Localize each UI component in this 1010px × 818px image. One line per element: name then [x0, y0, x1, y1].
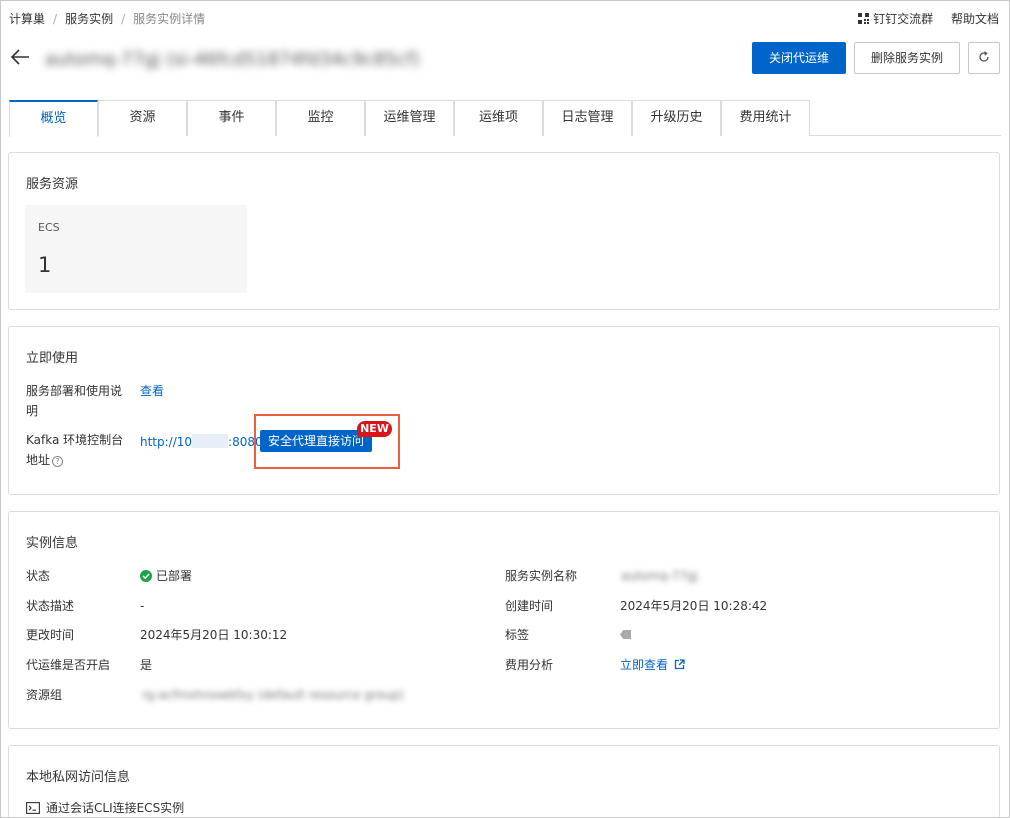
- tab-overview[interactable]: 概览: [9, 100, 98, 137]
- instance-info-card: 实例信息 状态 已部署 状态描述 - 更改时间 2024年5月20日 10:30…: [8, 511, 1000, 729]
- help-docs-link[interactable]: 帮助文档: [951, 12, 999, 26]
- breadcrumb-current: 服务实例详情: [133, 12, 206, 26]
- private-network-card: 本地私网访问信息 通过会话CLI连接ECS实例: [8, 745, 1000, 817]
- delete-instance-button[interactable]: 删除服务实例: [854, 42, 960, 74]
- ops-enabled-value: 是: [140, 658, 153, 672]
- top-bar: 计算巢 / 服务实例 / 服务实例详情 钉钉交流群 帮助文档: [1, 1, 1009, 33]
- use-now-card: 立即使用 服务部署和使用说明 查看 Kafka 环境控制台地址? http://…: [8, 326, 1000, 495]
- private-network-title: 本地私网访问信息: [26, 770, 131, 785]
- top-links: 钉钉交流群 帮助文档: [844, 10, 999, 27]
- breadcrumb-separator: /: [53, 12, 58, 26]
- status-desc-value: -: [140, 599, 145, 613]
- ecs-label: ECS: [38, 221, 60, 234]
- cost-analysis-label: 费用分析: [505, 658, 554, 672]
- tab-cost-statistics[interactable]: 费用统计: [721, 100, 810, 136]
- cost-analysis-link-text: 立即查看: [620, 658, 669, 672]
- breadcrumb: 计算巢 / 服务实例 / 服务实例详情: [9, 10, 205, 27]
- ecs-count: 1: [38, 253, 52, 277]
- refresh-icon: [979, 51, 989, 62]
- close-managed-ops-button[interactable]: 关闭代运维: [752, 42, 846, 74]
- kafka-console-url[interactable]: http://10:8080: [140, 432, 263, 452]
- page-frame: 计算巢 / 服务实例 / 服务实例详情 钉钉交流群 帮助文档 automq-77gj (…: [0, 0, 1010, 818]
- modified-time-value: 2024年5月20日 10:30:12: [140, 628, 288, 642]
- resource-group-label: 资源组: [26, 688, 63, 702]
- check-circle-icon: [140, 570, 152, 582]
- url-redaction: [192, 434, 229, 448]
- modified-time-label: 更改时间: [26, 628, 75, 642]
- cli-connect-link[interactable]: 通过会话CLI连接ECS实例: [26, 798, 185, 817]
- new-badge: NEW: [357, 421, 392, 437]
- service-resources-title: 服务资源: [26, 177, 79, 192]
- tab-bar: 概览 资源 事件 监控 运维管理 运维项 日志管理 升级历史 费用统计: [9, 100, 1001, 137]
- tab-upgrade-history[interactable]: 升级历史: [632, 100, 721, 136]
- status-label: 状态: [26, 569, 51, 583]
- resource-group-value[interactable]: rg-acfmxhnowbfxy (default resource group…: [142, 685, 404, 705]
- tag-icon: [620, 630, 631, 639]
- deploy-doc-label: 服务部署和使用说明: [26, 384, 123, 418]
- tag-edit[interactable]: [620, 625, 631, 645]
- instance-name-value: automq-77gj: [621, 569, 698, 583]
- use-now-title: 立即使用: [26, 351, 79, 366]
- breadcrumb-separator: /: [121, 12, 126, 26]
- kafka-console-label: Kafka 环境控制台地址?: [26, 430, 130, 470]
- instance-title: automq-77gj (si-46fcd51874fd34c9c85cf): [45, 49, 420, 70]
- qrcode-icon: [858, 13, 870, 24]
- created-time-label: 创建时间: [505, 599, 554, 613]
- service-resources-card: 服务资源 ECS 1: [8, 152, 1000, 310]
- external-link-icon: [674, 659, 685, 670]
- status-text: 已部署: [156, 569, 193, 583]
- instance-info-title: 实例信息: [26, 536, 79, 551]
- tab-log-management[interactable]: 日志管理: [543, 100, 632, 136]
- refresh-button[interactable]: [968, 42, 1000, 74]
- cli-connect-text: 通过会话CLI连接ECS实例: [46, 801, 185, 815]
- ops-enabled-label: 代运维是否开启: [26, 658, 111, 672]
- ecs-resource-tile[interactable]: ECS 1: [25, 205, 247, 293]
- kafka-url-prefix: http://10: [140, 435, 193, 449]
- breadcrumb-item-service-instances[interactable]: 服务实例: [65, 12, 113, 26]
- instance-name-label: 服务实例名称: [505, 569, 578, 583]
- tab-resources[interactable]: 资源: [98, 100, 187, 136]
- cost-analysis-link[interactable]: 立即查看: [620, 655, 685, 675]
- created-time-value: 2024年5月20日 10:28:42: [620, 599, 768, 613]
- tab-monitoring[interactable]: 监控: [276, 100, 365, 136]
- deploy-doc-view-link[interactable]: 查看: [140, 381, 164, 401]
- breadcrumb-item-compute-nest[interactable]: 计算巢: [9, 12, 45, 26]
- status-value: 已部署: [140, 566, 192, 586]
- help-icon[interactable]: ?: [52, 456, 64, 467]
- tab-events[interactable]: 事件: [187, 100, 276, 136]
- dingtalk-group-link[interactable]: 钉钉交流群: [858, 12, 937, 26]
- dingtalk-group-label: 钉钉交流群: [873, 12, 934, 26]
- secure-proxy-access-button[interactable]: 安全代理直接访问: [260, 430, 372, 452]
- terminal-icon: [26, 802, 40, 814]
- tab-ops-management[interactable]: 运维管理: [365, 100, 454, 136]
- status-desc-label: 状态描述: [26, 599, 75, 613]
- back-arrow-icon[interactable]: [9, 45, 31, 69]
- tab-ops-items[interactable]: 运维项: [454, 100, 543, 136]
- tags-label: 标签: [505, 628, 530, 642]
- kafka-console-label-text: Kafka 环境控制台地址: [26, 433, 124, 467]
